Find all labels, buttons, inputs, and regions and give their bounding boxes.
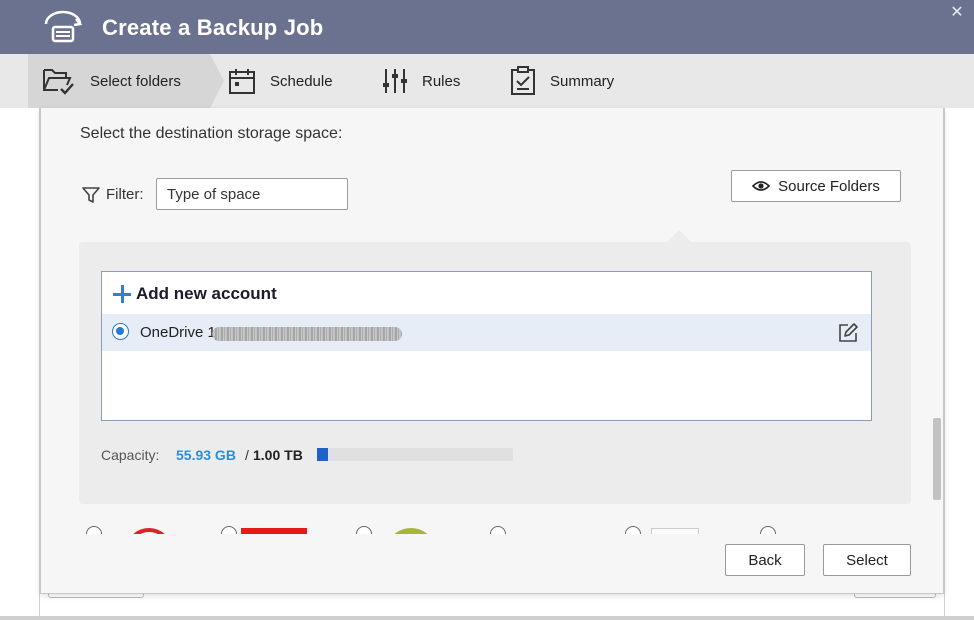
source-folders-button[interactable]: Source Folders [731, 170, 901, 202]
background-right [944, 108, 974, 620]
step-summary[interactable]: Summary [510, 54, 614, 108]
capacity-used: 55.93 GB [176, 447, 236, 463]
close-icon[interactable]: ✕ [948, 4, 966, 22]
scrollbar-thumb[interactable] [933, 418, 941, 500]
title-bar: Create a Backup Job ✕ [0, 0, 974, 54]
filter-label: Filter: [106, 186, 144, 203]
sliders-icon [383, 69, 407, 93]
dialog-footer: Back Select [41, 534, 943, 593]
filter-icon [82, 187, 100, 203]
step-schedule[interactable]: Schedule [228, 54, 333, 108]
add-new-account-button[interactable]: Add new account [112, 282, 277, 306]
capacity-separator: / [245, 447, 249, 463]
capacity-bar [317, 448, 513, 461]
eye-icon [752, 181, 771, 191]
step-label: Summary [550, 72, 615, 90]
capacity-bar-fill [317, 448, 328, 461]
folder-check-icon [43, 69, 74, 95]
backup-drive-icon [44, 10, 83, 43]
plus-icon [112, 284, 132, 304]
window-title: Create a Backup Job [102, 15, 324, 40]
step-select-folders[interactable]: Select folders [28, 54, 224, 108]
destination-heading: Select the destination storage space: [80, 125, 343, 142]
back-button[interactable]: Back [725, 544, 805, 576]
calendar-icon [229, 69, 255, 94]
edit-icon[interactable] [837, 322, 859, 344]
account-name: OneDrive 1 [140, 324, 216, 341]
source-folders-label: Source Folders [778, 177, 880, 195]
list-item[interactable]: OneDrive 1 [102, 314, 871, 351]
capacity-total: 1.00 TB [253, 447, 303, 463]
popover-arrow [667, 230, 691, 242]
filter-input[interactable] [156, 178, 348, 210]
capacity-label: Capacity: [101, 447, 160, 463]
wizard-steps: Select folders Schedule Rules Summary [0, 54, 974, 108]
step-label: Select folders [90, 72, 181, 90]
step-label: Rules [422, 72, 461, 90]
background-left [0, 108, 40, 620]
add-new-account-label: Add new account [136, 284, 277, 303]
redacted-account-email [212, 327, 402, 341]
window-bottom-edge [0, 616, 974, 620]
clipboard-check-icon [511, 66, 535, 95]
account-list: Add new account OneDrive 1 [101, 271, 872, 421]
step-rules[interactable]: Rules [382, 54, 460, 108]
select-button[interactable]: Select [823, 544, 911, 576]
step-label: Schedule [270, 72, 333, 90]
account-radio[interactable] [112, 323, 129, 340]
destination-panel: Select the destination storage space: Fi… [40, 108, 944, 594]
